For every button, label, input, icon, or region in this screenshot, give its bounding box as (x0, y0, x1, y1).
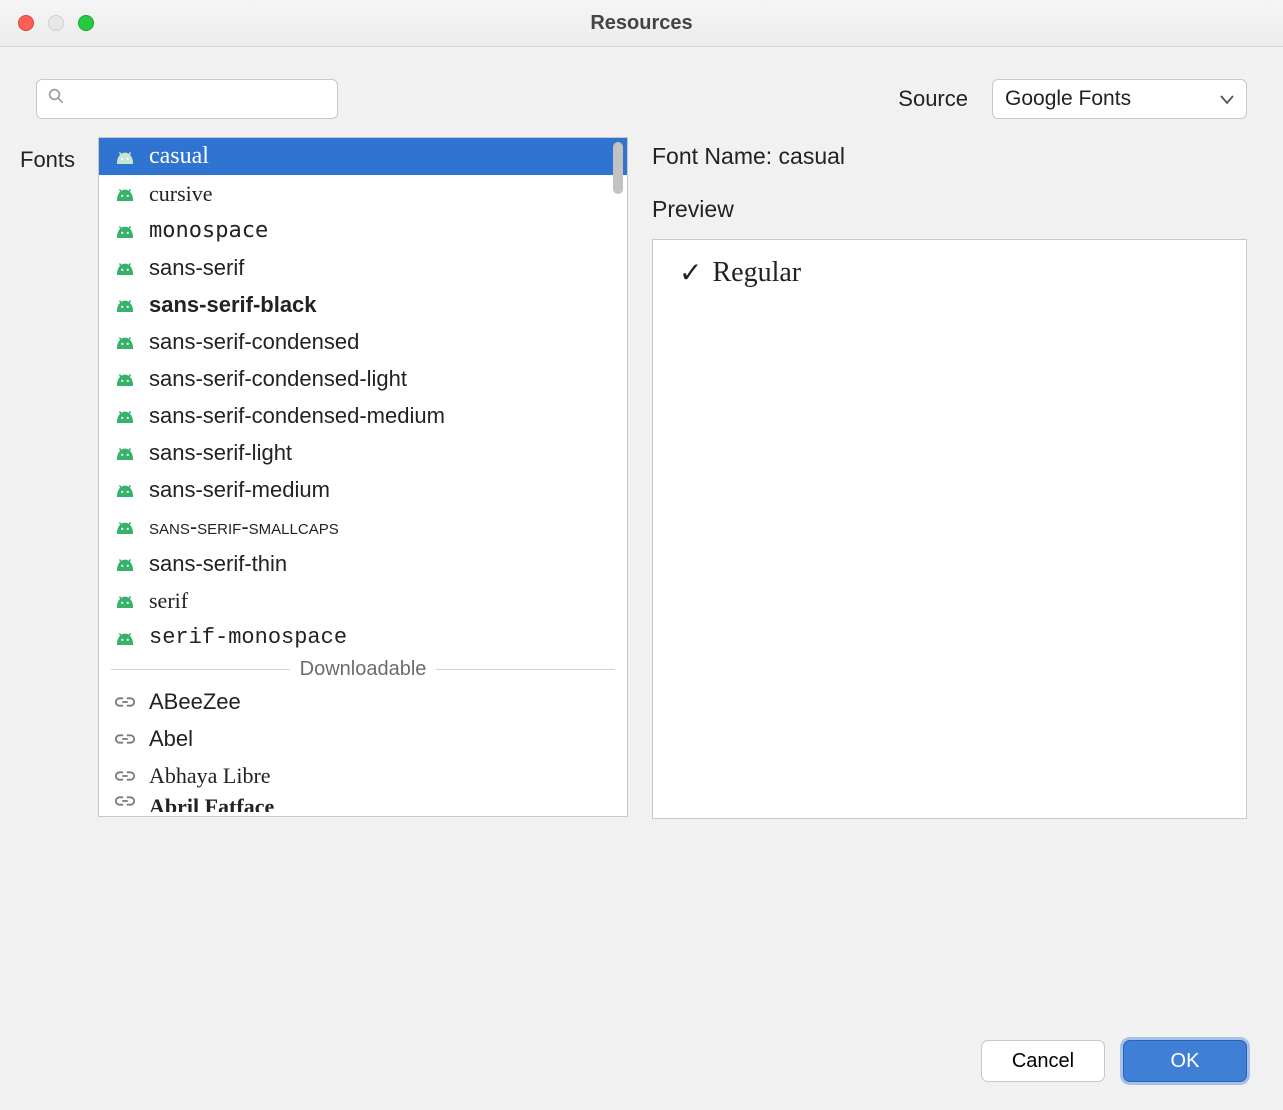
font-row-Abhaya Libre[interactable]: Abhaya Libre (99, 757, 627, 794)
android-icon (113, 150, 137, 164)
preview-label: Preview (652, 196, 1247, 223)
font-row-monospace[interactable]: monospace (99, 212, 627, 249)
android-icon (113, 409, 137, 423)
android-icon (113, 520, 137, 534)
font-name-line: Font Name: casual (652, 143, 1247, 170)
font-row-label: sans-serif-condensed-light (149, 366, 407, 392)
font-row-sans-serif-medium[interactable]: sans-serif-medium (99, 471, 627, 508)
fonts-label: Fonts (20, 137, 82, 173)
font-row-label: cursive (149, 181, 213, 207)
section-downloadable: Downloadable (99, 656, 627, 683)
minimize-window-button[interactable] (48, 15, 64, 31)
font-row-sans-serif-smallcaps[interactable]: sans-serif-smallcaps (99, 508, 627, 545)
font-row-label: Abril Fatface (149, 794, 274, 812)
chevron-down-icon (1220, 87, 1234, 111)
android-icon (113, 187, 137, 201)
font-row-label: sans-serif-smallcaps (149, 514, 339, 540)
close-window-button[interactable] (18, 15, 34, 31)
font-row-cursive[interactable]: cursive (99, 175, 627, 212)
window-controls (0, 15, 94, 31)
preview-box: ✓ Regular (652, 239, 1247, 819)
font-row-sans-serif-condensed[interactable]: sans-serif-condensed (99, 323, 627, 360)
font-row-label: sans-serif-condensed-medium (149, 403, 445, 429)
font-row-Abel[interactable]: Abel (99, 720, 627, 757)
font-name-value: casual (779, 143, 845, 169)
font-row-label: serif (149, 588, 188, 614)
search-input[interactable] (71, 89, 327, 110)
font-row-serif[interactable]: serif (99, 582, 627, 619)
search-input-wrap[interactable] (36, 79, 338, 119)
font-row-label: Abel (149, 726, 193, 752)
link-icon (113, 769, 137, 783)
font-row-label: sans-serif-light (149, 440, 292, 466)
toolbar: Source Google Fonts (0, 47, 1283, 137)
dialog-footer: Cancel OK (981, 1040, 1247, 1082)
font-row-Abril Fatface[interactable]: Abril Fatface (99, 794, 627, 812)
font-row-casual[interactable]: casual (99, 138, 627, 175)
android-icon (113, 594, 137, 608)
font-row-label: serif-monospace (149, 625, 347, 650)
android-icon (113, 224, 137, 238)
font-row-label: sans-serif-condensed (149, 329, 359, 355)
font-row-label: ABeeZee (149, 689, 241, 715)
font-row-sans-serif-thin[interactable]: sans-serif-thin (99, 545, 627, 582)
font-row-sans-serif-light[interactable]: sans-serif-light (99, 434, 627, 471)
ok-button[interactable]: OK (1123, 1040, 1247, 1082)
right-column: Font Name: casual Preview ✓ Regular (652, 137, 1247, 819)
font-row-sans-serif[interactable]: sans-serif (99, 249, 627, 286)
font-row-ABeeZee[interactable]: ABeeZee (99, 683, 627, 720)
source-label: Source (898, 86, 968, 112)
font-row-label: casual (149, 143, 209, 170)
font-name-label: Font Name: (652, 143, 772, 169)
font-row-label: Abhaya Libre (149, 763, 271, 789)
font-row-label: monospace (149, 218, 268, 243)
android-icon (113, 372, 137, 386)
source-select-value: Google Fonts (1005, 87, 1131, 111)
link-icon (113, 732, 137, 746)
font-row-sans-serif-black[interactable]: sans-serif-black (99, 286, 627, 323)
android-icon (113, 483, 137, 497)
android-icon (113, 261, 137, 275)
preview-item-label: Regular (712, 257, 801, 289)
font-list[interactable]: casual cursive monospace sans-serif sans-ser… (98, 137, 628, 817)
font-row-label: sans-serif-thin (149, 551, 287, 577)
titlebar: Resources (0, 0, 1283, 47)
font-row-label: sans-serif-black (149, 292, 317, 318)
android-icon (113, 631, 137, 645)
check-icon: ✓ (679, 256, 702, 290)
android-icon (113, 557, 137, 571)
cancel-button[interactable]: Cancel (981, 1040, 1105, 1082)
scrollbar-thumb[interactable] (613, 142, 623, 194)
source-select[interactable]: Google Fonts (992, 79, 1247, 119)
android-icon (113, 335, 137, 349)
font-row-sans-serif-condensed-light[interactable]: sans-serif-condensed-light (99, 360, 627, 397)
link-icon (113, 794, 137, 808)
window-title: Resources (0, 12, 1283, 35)
scrollbar[interactable] (611, 140, 625, 814)
preview-item[interactable]: ✓ Regular (679, 256, 1220, 290)
font-row-label: sans-serif-medium (149, 477, 330, 503)
android-icon (113, 298, 137, 312)
search-icon (47, 87, 65, 111)
font-row-sans-serif-condensed-medium[interactable]: sans-serif-condensed-medium (99, 397, 627, 434)
font-row-serif-monospace[interactable]: serif-monospace (99, 619, 627, 656)
content: Fonts casual cursive monospace sans-serif sa… (0, 137, 1283, 819)
link-icon (113, 695, 137, 709)
maximize-window-button[interactable] (78, 15, 94, 31)
font-row-label: sans-serif (149, 255, 244, 281)
android-icon (113, 446, 137, 460)
left-column: Fonts casual cursive monospace sans-serif sa… (20, 137, 628, 817)
